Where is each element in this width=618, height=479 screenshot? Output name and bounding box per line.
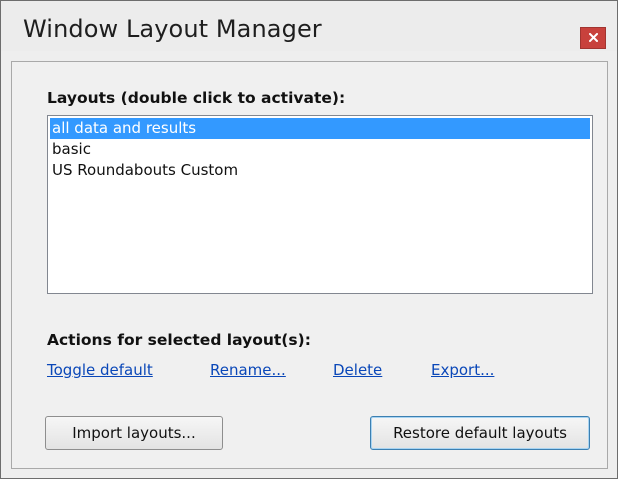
dialog-content: Layouts (double click to activate): all … bbox=[11, 61, 608, 469]
close-icon bbox=[588, 33, 598, 42]
rename-link[interactable]: Rename... bbox=[210, 361, 286, 379]
layout-item-all-data-and-results[interactable]: all data and results bbox=[50, 118, 590, 139]
toggle-default-link[interactable]: Toggle default bbox=[47, 361, 153, 379]
delete-link[interactable]: Delete bbox=[333, 361, 382, 379]
layout-item-basic[interactable]: basic bbox=[50, 139, 590, 160]
window-layout-manager-dialog: Window Layout Manager Layouts (double cl… bbox=[0, 0, 618, 479]
layouts-label: Layouts (double click to activate): bbox=[47, 89, 346, 107]
close-button[interactable] bbox=[580, 27, 606, 49]
title-bar[interactable]: Window Layout Manager bbox=[1, 1, 617, 51]
window-title: Window Layout Manager bbox=[23, 15, 322, 43]
layout-item-us-roundabouts-custom[interactable]: US Roundabouts Custom bbox=[50, 160, 590, 181]
restore-default-layouts-button[interactable]: Restore default layouts bbox=[370, 416, 590, 450]
import-layouts-button[interactable]: Import layouts... bbox=[45, 416, 223, 450]
layouts-listbox[interactable]: all data and results basic US Roundabout… bbox=[47, 115, 593, 294]
export-link[interactable]: Export... bbox=[431, 361, 494, 379]
actions-label: Actions for selected layout(s): bbox=[47, 331, 311, 349]
